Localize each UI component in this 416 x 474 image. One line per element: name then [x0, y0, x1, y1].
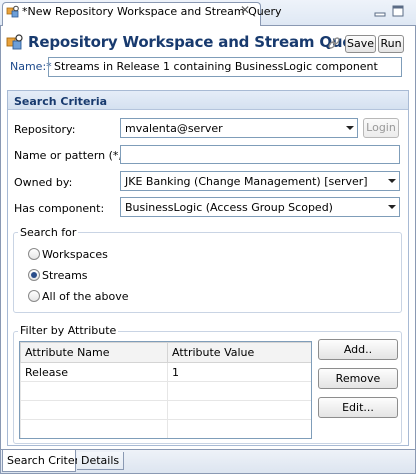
maximize-icon[interactable] — [392, 5, 404, 17]
all-label[interactable]: All of the above — [42, 290, 129, 303]
radio-selected-dot — [31, 272, 37, 278]
add-button[interactable]: Add.. — [318, 339, 398, 360]
name-label-text: Name:* — [10, 60, 52, 73]
run-button[interactable]: Run — [378, 35, 404, 53]
link-icon[interactable] — [327, 36, 341, 50]
pattern-input[interactable] — [120, 145, 400, 164]
attribute-table[interactable]: Attribute Name Attribute Value Release 1 — [19, 341, 312, 439]
chevron-down-icon — [388, 179, 396, 183]
page-title: Repository Workspace and Stream Query — [28, 33, 370, 51]
chevron-down-icon — [346, 126, 354, 130]
tab-details[interactable]: Details — [77, 452, 125, 470]
column-header-name[interactable]: Attribute Name — [20, 342, 168, 363]
cell-attribute-name: Release — [20, 362, 168, 382]
repository-label: Repository: — [14, 123, 76, 136]
table-row-empty — [20, 400, 311, 420]
search-for-title: Search for — [18, 226, 79, 239]
repository-combo[interactable]: mvalenta@server — [120, 118, 358, 138]
attribute-table-grid: Attribute Name Attribute Value Release 1 — [20, 342, 311, 438]
column-header-value[interactable]: Attribute Value — [167, 342, 311, 363]
table-row[interactable]: Release 1 — [20, 362, 311, 382]
component-value: BusinessLogic (Access Group Scoped) — [125, 201, 333, 214]
query-icon — [6, 5, 19, 18]
owned-by-value: JKE Banking (Change Management) [server] — [125, 175, 368, 188]
minimize-icon[interactable] — [374, 6, 386, 18]
all-radio[interactable] — [28, 290, 40, 302]
query-icon — [6, 34, 23, 50]
table-header-row: Attribute Name Attribute Value — [20, 342, 311, 363]
edit-button[interactable]: Edit... — [318, 397, 398, 418]
workspaces-radio[interactable] — [28, 248, 40, 260]
workspaces-label[interactable]: Workspaces — [42, 248, 108, 261]
component-label: Has component: — [14, 202, 105, 215]
repository-value: mvalenta@server — [125, 122, 223, 135]
filter-title: Filter by Attribute — [18, 324, 119, 337]
save-button[interactable]: Save — [345, 35, 376, 53]
streams-radio[interactable] — [28, 269, 40, 281]
streams-label[interactable]: Streams — [42, 269, 88, 282]
owned-by-combo[interactable]: JKE Banking (Change Management) [server] — [120, 171, 400, 191]
component-combo[interactable]: BusinessLogic (Access Group Scoped) — [120, 197, 400, 217]
tab-search-criteria[interactable]: Search Criteria — [2, 450, 89, 472]
close-icon[interactable]: ✕ — [240, 3, 250, 17]
table-row-empty — [20, 381, 311, 401]
login-button[interactable]: Login — [363, 118, 399, 138]
chevron-down-icon — [388, 205, 396, 209]
cell-attribute-value: 1 — [167, 362, 311, 382]
name-field[interactable]: Streams in Release 1 containing Business… — [48, 57, 402, 77]
section-title: Search Criteria — [14, 95, 108, 108]
remove-button[interactable]: Remove — [318, 368, 398, 389]
owned-by-label: Owned by: — [14, 176, 73, 189]
name-label: Name:* — [10, 60, 52, 73]
table-row-empty — [20, 419, 311, 438]
